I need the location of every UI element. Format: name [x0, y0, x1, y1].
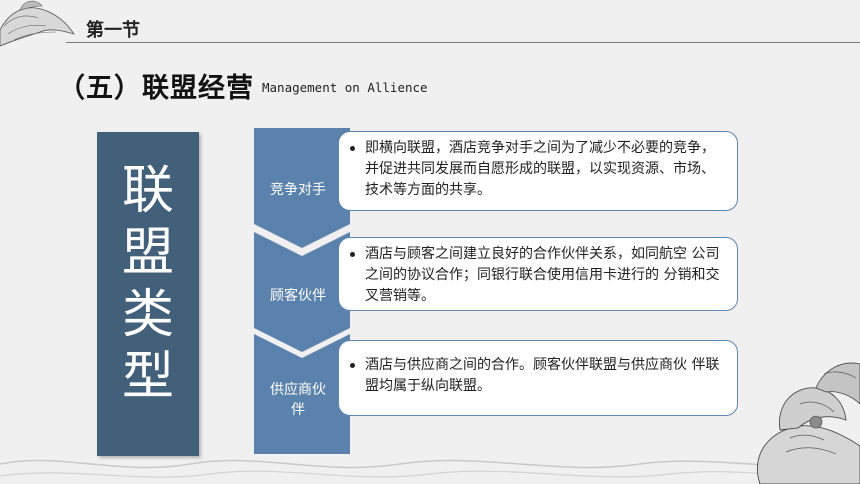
- header-divider: [66, 42, 860, 43]
- alliance-type-panel: 联 盟 类 型: [97, 132, 199, 456]
- bullet-icon: [350, 252, 355, 257]
- flower-decoration-top-left: [0, 0, 75, 47]
- panel-char: 型: [121, 347, 174, 407]
- description-card-customer-partner: 酒店与顾客之间建立良好的合作伙伴关系，如同航空 公司之间的协议合作；同银行联合使…: [338, 237, 738, 311]
- description-card-competitor: 即横向联盟，酒店竞争对手之间为了减少不必要的竞争，并促进共同发展而自愿形成的联盟…: [338, 131, 738, 211]
- bullet-icon: [350, 146, 355, 151]
- description-text: 酒店与供应商之间的合作。顾客伙伴联盟与供应商伙 伴联盟均属于纵向联盟。: [365, 357, 720, 394]
- panel-char: 盟: [121, 223, 174, 283]
- description-card-supplier-partner: 酒店与供应商之间的合作。顾客伙伴联盟与供应商伙 伴联盟均属于纵向联盟。: [338, 340, 738, 416]
- bullet-icon: [350, 363, 355, 368]
- description-text: 酒店与顾客之间建立良好的合作伙伴关系，如同航空 公司之间的协议合作；同银行联合使…: [365, 246, 720, 304]
- category-label-supplier-partner: 供应商伙 伴: [270, 382, 326, 418]
- category-label-competitor: 竞争对手: [270, 182, 326, 198]
- panel-char: 类: [121, 285, 174, 345]
- alliance-type-label: 联 盟 类 型: [97, 160, 199, 408]
- section-label: 第一节: [86, 20, 140, 41]
- page-title: （五）联盟经营: [58, 73, 254, 104]
- description-text: 即横向联盟，酒店竞争对手之间为了减少不必要的竞争，并促进共同发展而自愿形成的联盟…: [365, 140, 715, 198]
- panel-char: 联: [121, 161, 174, 221]
- category-label-customer-partner: 顾客伙伴: [270, 288, 326, 304]
- page-subtitle: Management on Allience: [262, 80, 428, 95]
- flower-decoration-bottom-right: [756, 362, 860, 484]
